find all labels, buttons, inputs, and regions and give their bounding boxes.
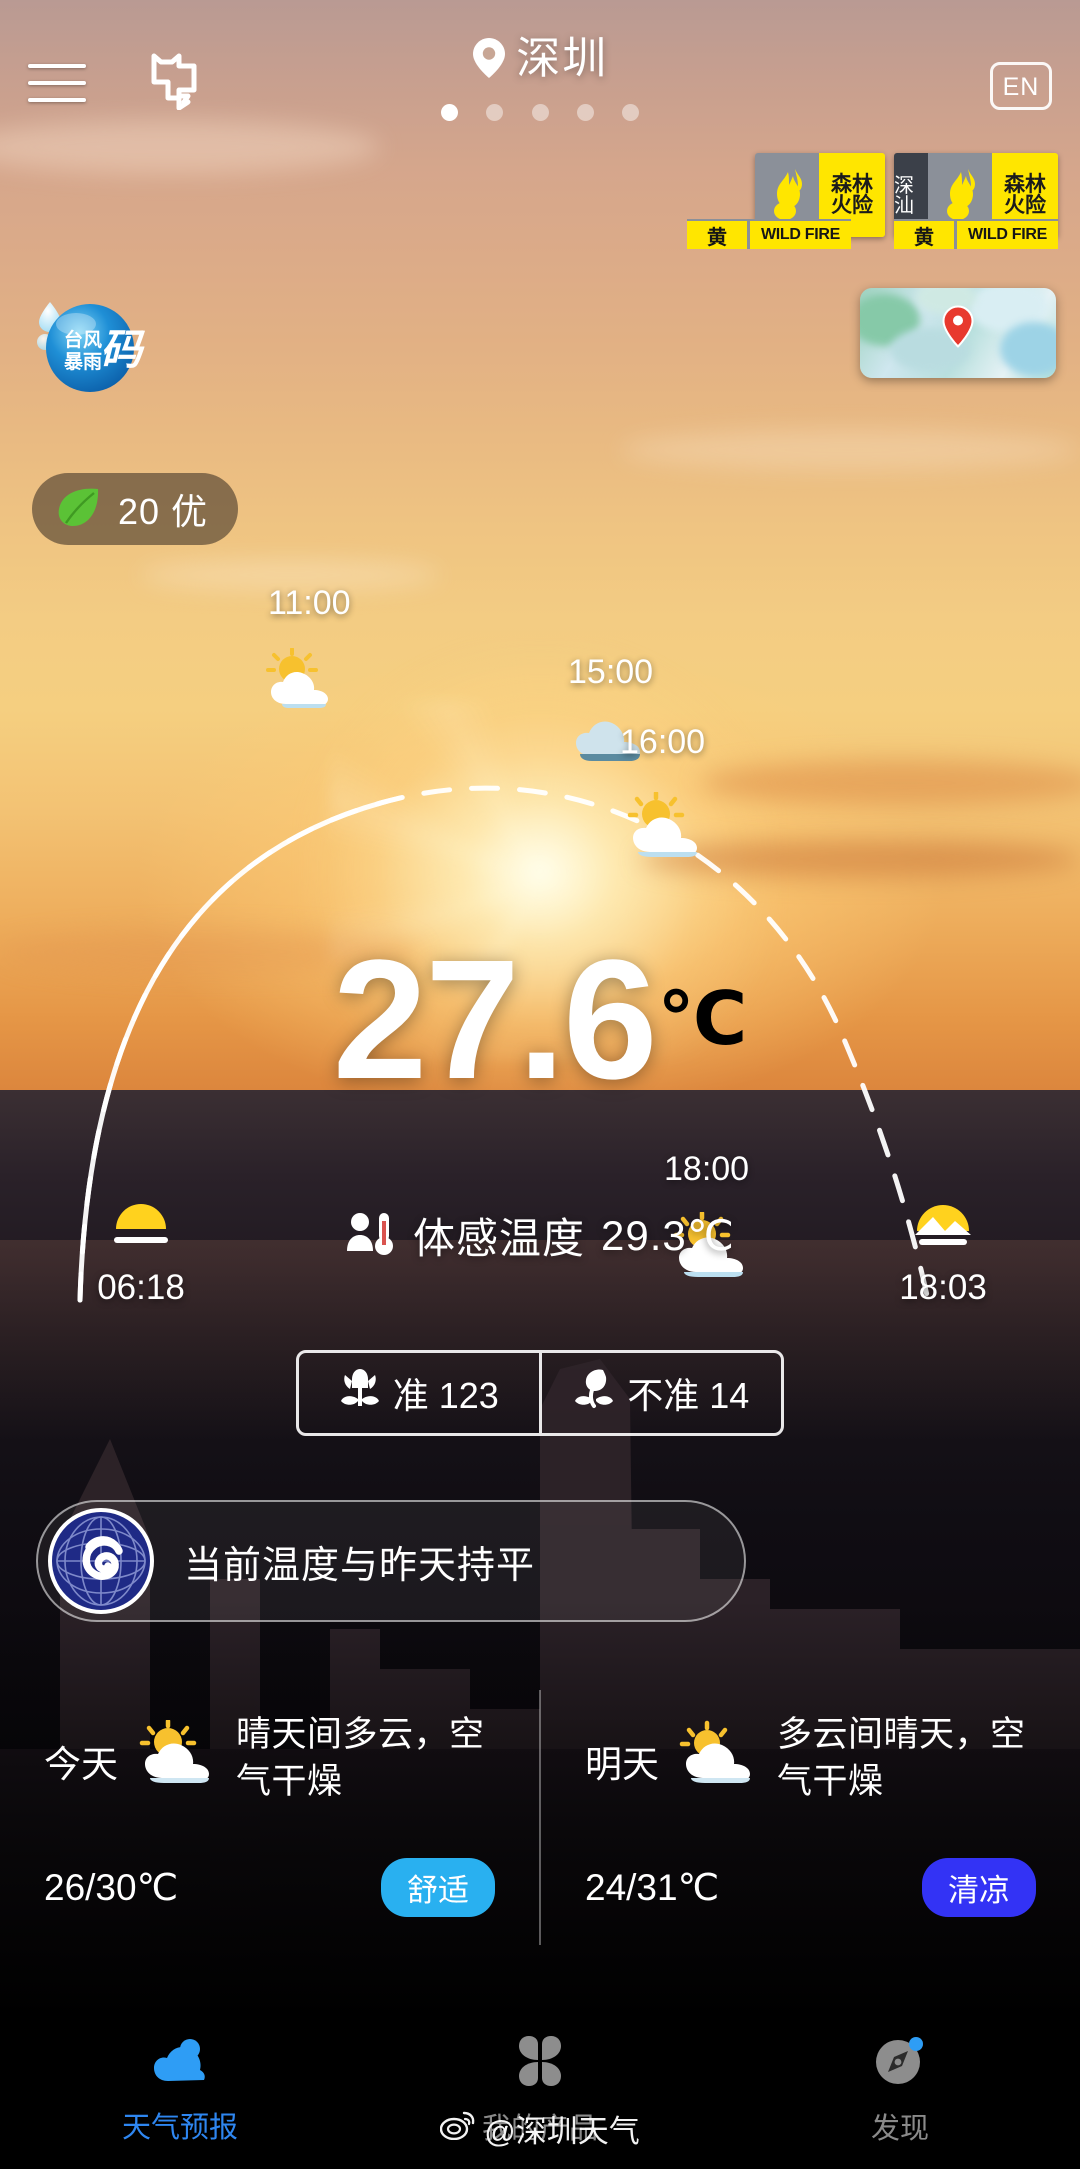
warning-badge-footers: 黄 WILD FIRE 黄 WILD FIRE [687, 219, 1058, 249]
notice-banner[interactable]: 当前温度与昨天持平 [36, 1500, 746, 1622]
page-dot[interactable] [486, 104, 504, 121]
city-name: 深圳 [516, 34, 609, 83]
cloud-band [620, 430, 1080, 470]
current-temperature-value: 27.6 [332, 925, 658, 1115]
cma-logo-icon [48, 1508, 154, 1614]
blooming-flower-icon [339, 1366, 381, 1421]
sun-behind-cloud-icon [136, 1712, 218, 1791]
forecast-description: 多云间晴天，空气干燥 [777, 1715, 1026, 1801]
forecast-description: 晴天间多云，空气干燥 [236, 1715, 485, 1801]
forecast-day-name: 今天 [44, 1744, 118, 1785]
cloud-forecast-icon [152, 2037, 208, 2090]
warning-title-line1: 森林 [1004, 173, 1046, 196]
weibo-watermark: @深圳天气 [0, 2106, 1080, 2151]
sunset-time: 18:03 [899, 1268, 987, 1307]
top-bar: 深圳 EN [0, 0, 1080, 140]
two-day-forecast: 今天 晴天间多云，空气干燥 26/30℃ 舒适 明天 多云间晴天，空气干燥 24… [0, 1690, 1080, 1945]
air-quality-text: 20 优 [118, 491, 209, 532]
language-toggle-button[interactable]: EN [990, 62, 1052, 110]
warning-title-line2: 火险 [831, 194, 873, 217]
page-dot[interactable] [440, 104, 458, 121]
arc-time-label: 16:00 [620, 723, 706, 761]
temperature-unit: ℃ [657, 977, 748, 1060]
person-thermometer-icon [345, 1209, 397, 1262]
svg-text:台风: 台风 [64, 328, 102, 351]
warning-region-text: 深汕 [894, 174, 914, 217]
forecast-temp-range: 24/31℃ [585, 1867, 720, 1908]
vote-inaccurate-label: 不准 14 [627, 1375, 750, 1416]
current-temperature: 27.6℃ [0, 935, 1080, 1105]
arc-time-label: 18:00 [664, 1150, 750, 1188]
warning-english: WILD FIRE [747, 219, 851, 249]
weather-app-screen: 深圳 EN 森林 火险 深汕 森林 火险 黄 WILD FIRE 黄 WILD … [0, 0, 1080, 2169]
page-indicator-dots[interactable] [0, 104, 1080, 126]
weibo-icon [440, 2110, 476, 2148]
warning-english: WILD FIRE [954, 219, 1058, 249]
sun-behind-cloud-icon [677, 1712, 759, 1791]
wilted-flower-icon [573, 1366, 615, 1421]
page-dot[interactable] [622, 104, 640, 121]
sunrise-time: 06:18 [97, 1268, 185, 1307]
notice-message: 当前温度与昨天持平 [184, 1544, 536, 1587]
green-leaf-icon [54, 485, 102, 534]
forecast-comfort-tag[interactable]: 清凉 [922, 1858, 1036, 1917]
map-pin-icon [942, 305, 974, 353]
page-dot[interactable] [576, 104, 594, 121]
vote-inaccurate-button[interactable]: 不准 14 [542, 1353, 782, 1433]
forecast-day-name: 明天 [585, 1744, 659, 1785]
location-title[interactable]: 深圳 [0, 22, 1080, 86]
forecast-card-tomorrow[interactable]: 明天 多云间晴天，空气干燥 24/31℃ 清凉 [539, 1690, 1080, 1945]
forecast-card-today[interactable]: 今天 晴天间多云，空气干燥 26/30℃ 舒适 [0, 1690, 539, 1945]
arc-time-label: 11:00 [268, 584, 351, 622]
weibo-handle: @深圳天气 [484, 2114, 640, 2149]
compass-discover-icon [874, 2036, 926, 2091]
warning-level: 黄 [894, 219, 954, 249]
radar-map-thumbnail[interactable] [860, 288, 1056, 378]
forecast-comfort-tag[interactable]: 舒适 [381, 1858, 495, 1917]
location-pin-icon [472, 37, 506, 84]
four-petal-grid-icon [514, 2036, 566, 2091]
forecast-temp-range: 26/30℃ [44, 1867, 179, 1908]
warning-title-line1: 森林 [831, 173, 873, 196]
vote-accurate-button[interactable]: 准 123 [299, 1353, 542, 1433]
vote-accurate-label: 准 123 [392, 1375, 499, 1416]
svg-text:暴雨: 暴雨 [64, 351, 102, 373]
warning-level: 黄 [687, 219, 747, 249]
warning-title-line2: 火险 [1004, 194, 1046, 217]
typhoon-rainstorm-code-icon[interactable]: 台风 暴雨 码 [28, 290, 146, 392]
feels-like-label: 体感温度 [413, 1215, 586, 1262]
arc-time-label: 15:00 [568, 653, 654, 691]
feels-like-row: 体感温度 29.3℃ [0, 1205, 1080, 1266]
forecast-accuracy-vote: 准 123 不准 14 [296, 1350, 784, 1436]
page-dot[interactable] [531, 104, 549, 121]
svg-text:码: 码 [100, 328, 146, 374]
feels-like-value: 29.3℃ [601, 1212, 735, 1259]
air-quality-badge[interactable]: 20 优 [32, 473, 239, 545]
